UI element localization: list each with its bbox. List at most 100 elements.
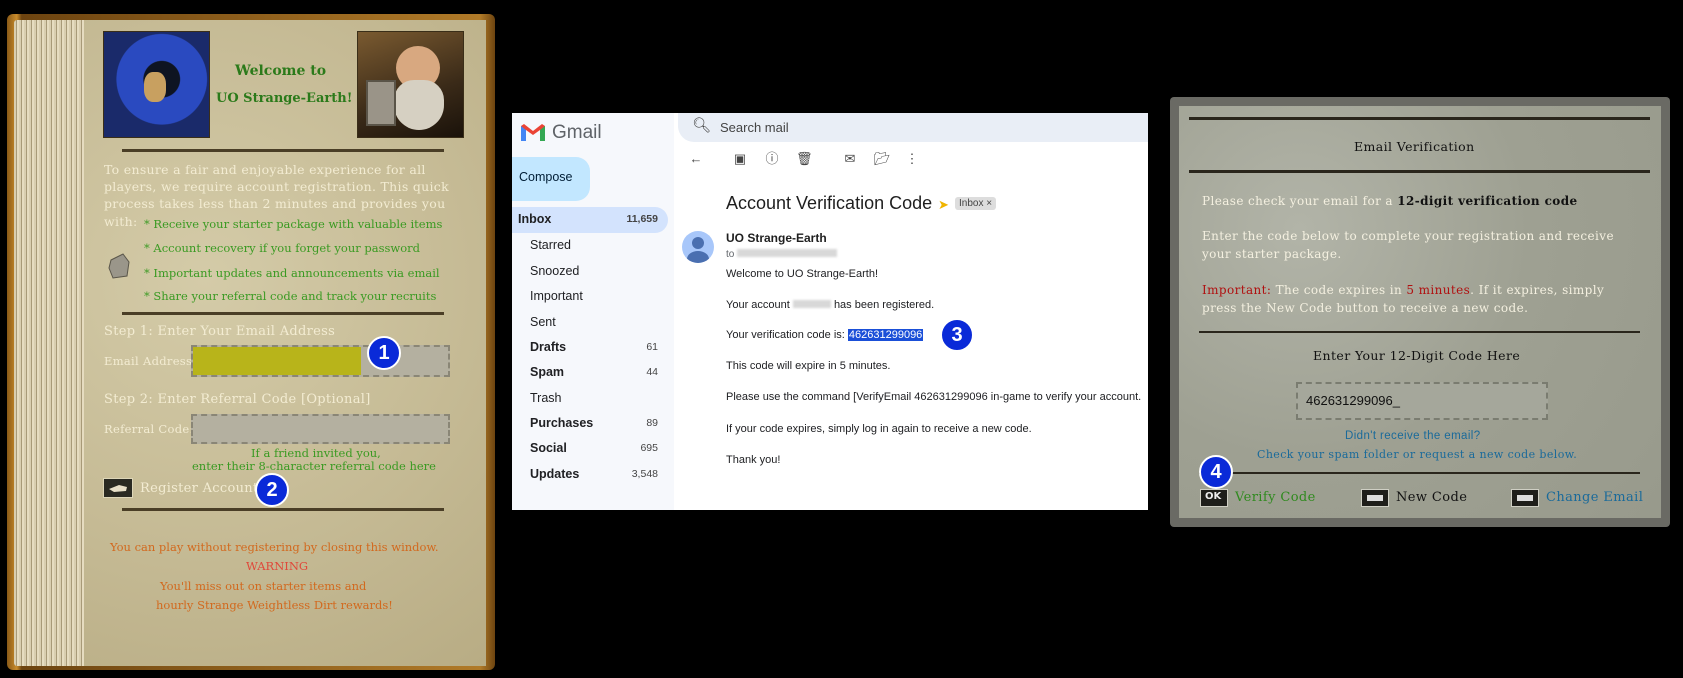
inbox-chip-text: Inbox	[959, 198, 984, 209]
gmail-logo-text: Gmail	[552, 122, 602, 143]
sidebar-item-inbox[interactable]: Inbox 11,659	[512, 207, 668, 233]
benefit-item: * Receive your starter package with valu…	[144, 217, 443, 231]
benefit-item: * Share your referral code and track you…	[144, 289, 437, 303]
to-prefix: to	[726, 249, 735, 260]
benefit-item: * Important updates and announcements vi…	[144, 266, 440, 280]
divider	[1199, 472, 1640, 474]
verification-code-highlight[interactable]: 462631299096	[847, 329, 924, 341]
account-suffix: has been registered.	[833, 299, 935, 311]
move-to-folder-icon[interactable]: 📂︎	[874, 151, 891, 167]
didnt-receive-text: Didn't receive the email?	[1345, 430, 1481, 442]
sidebar-item-starred[interactable]: Starred	[518, 233, 668, 259]
step-badge-4: 4	[1199, 455, 1233, 489]
new-code-label[interactable]: New Code	[1396, 490, 1467, 505]
step2-title: Step 2: Enter Referral Code [Optional]	[104, 392, 371, 407]
ok-icon: OK	[1205, 491, 1222, 502]
sidebar-item-label: Sent	[530, 315, 556, 329]
register-account-label[interactable]: Register Account	[140, 481, 258, 496]
hooded-figure-portrait	[103, 31, 210, 138]
sidebar-item-count: 695	[640, 442, 658, 454]
back-arrow-icon[interactable]: ←	[688, 151, 704, 167]
email-subject: Account Verification Code	[726, 193, 933, 213]
sidebar-item-count: 11,659	[626, 213, 658, 225]
sidebar-item-trash[interactable]: Trash	[518, 386, 668, 412]
recipient-line: to	[726, 249, 838, 260]
sidebar-item-label: Purchases	[530, 416, 594, 430]
search-placeholder[interactable]: Search mail	[720, 120, 789, 135]
verification-code-field[interactable]: 462631299096_	[1296, 382, 1548, 420]
sidebar-item-updates[interactable]: Updates 3,548	[518, 462, 668, 488]
trash-icon[interactable]: 🗑︎	[796, 151, 813, 167]
step-badge-1: 1	[367, 336, 401, 370]
referral-hint: If a friend invited you,	[251, 446, 381, 460]
email-body-line: Your verification code is: 462631299096	[726, 329, 924, 341]
change-email-label[interactable]: Change Email	[1546, 490, 1643, 505]
sidebar-item-purchases[interactable]: Purchases 89	[518, 411, 668, 437]
sender-avatar	[682, 231, 714, 263]
email-body-line: Your account has been registered.	[726, 299, 934, 311]
dialog-text-line: Please check your email for a 12-digit v…	[1202, 194, 1578, 208]
footer-line: You can play without registering by clos…	[110, 540, 439, 554]
email-field-fill	[193, 347, 361, 375]
sidebar-item-label: Updates	[530, 467, 580, 481]
step-badge-2: 2	[255, 473, 289, 507]
intro-line: process takes less than 2 minutes and pr…	[104, 196, 446, 211]
email-body-line: Thank you!	[726, 454, 781, 466]
important-label: Important:	[1202, 283, 1272, 297]
sidebar-item-social[interactable]: Social 695	[518, 436, 668, 462]
divider	[1189, 117, 1650, 120]
divider	[1199, 331, 1640, 333]
referral-code-field[interactable]	[191, 414, 450, 444]
sidebar-item-sent[interactable]: Sent	[518, 310, 668, 336]
sidebar-item-drafts[interactable]: Drafts 61	[518, 335, 668, 361]
footer-line: hourly Strange Weightless Dirt rewards!	[156, 598, 393, 612]
email-field[interactable]	[191, 345, 450, 377]
dwarf-tankard-portrait	[357, 31, 464, 138]
welcome-line2: UO Strange-Earth!	[216, 91, 353, 106]
importance-marker-icon[interactable]: ➤	[938, 197, 949, 213]
report-spam-icon[interactable]: ⓘ	[764, 151, 780, 167]
change-email-button[interactable]	[1511, 489, 1539, 507]
email-body-line: If your code expires, simply log in agai…	[726, 423, 1032, 435]
verify-code-button[interactable]: OK	[1200, 489, 1228, 507]
intro-line: To ensure a fair and enjoyable experienc…	[104, 162, 426, 177]
inbox-label-chip[interactable]: Inbox ×	[955, 197, 997, 210]
line1-bold: 12-digit verification code	[1397, 194, 1578, 208]
check-spam-text: Check your spam folder or request a new …	[1257, 448, 1578, 461]
important-minutes: 5 minutes	[1406, 283, 1471, 297]
close-icon[interactable]: ×	[986, 198, 992, 209]
sidebar-item-label: Starred	[530, 238, 571, 252]
dialog-text-line: your starter package.	[1202, 247, 1342, 261]
sidebar-item-snoozed[interactable]: Snoozed	[518, 259, 668, 285]
sidebar-item-count: 44	[646, 366, 658, 378]
verify-code-label[interactable]: Verify Code	[1235, 490, 1316, 505]
benefit-item: * Account recovery if you forget your pa…	[144, 241, 421, 255]
email-label: Email Address:	[104, 354, 197, 368]
intro-line: players, we require account registration…	[104, 179, 449, 194]
compose-label[interactable]: Compose	[519, 170, 573, 184]
important-text: The code expires in	[1275, 283, 1403, 297]
sidebar-item-count: 3,548	[631, 468, 658, 480]
gmail-logo-icon	[520, 122, 546, 142]
email-body-line: This code will expire in 5 minutes.	[726, 360, 891, 372]
sidebar-item-label: Social	[530, 441, 567, 455]
line1-pre: Please check your email for a	[1202, 194, 1393, 208]
verification-code-value[interactable]: 462631299096_	[1306, 393, 1400, 408]
redacted-account	[792, 300, 831, 308]
archive-icon[interactable]: ▣	[732, 151, 748, 167]
register-account-button[interactable]	[103, 478, 133, 498]
sidebar-item-label: Inbox	[518, 212, 552, 226]
more-options-icon[interactable]: ⋮	[904, 151, 920, 167]
sidebar-item-spam[interactable]: Spam 44	[518, 360, 668, 386]
new-code-button[interactable]	[1361, 489, 1389, 507]
enter-code-title: Enter Your 12-Digit Code Here	[1313, 348, 1521, 363]
sidebar-item-count: 61	[646, 341, 658, 353]
mark-unread-icon[interactable]: ✉	[842, 151, 858, 167]
step1-title: Step 1: Enter Your Email Address	[104, 324, 336, 339]
dialog-text-line: Enter the code below to complete your re…	[1202, 229, 1614, 243]
sidebar-item-important[interactable]: Important	[518, 284, 668, 310]
welcome-line1: Welcome to	[235, 63, 327, 79]
sidebar-item-label: Important	[530, 289, 583, 303]
search-bar[interactable]: 🔍︎ Search mail	[678, 113, 1148, 142]
compose-button[interactable]: Compose	[512, 157, 590, 201]
